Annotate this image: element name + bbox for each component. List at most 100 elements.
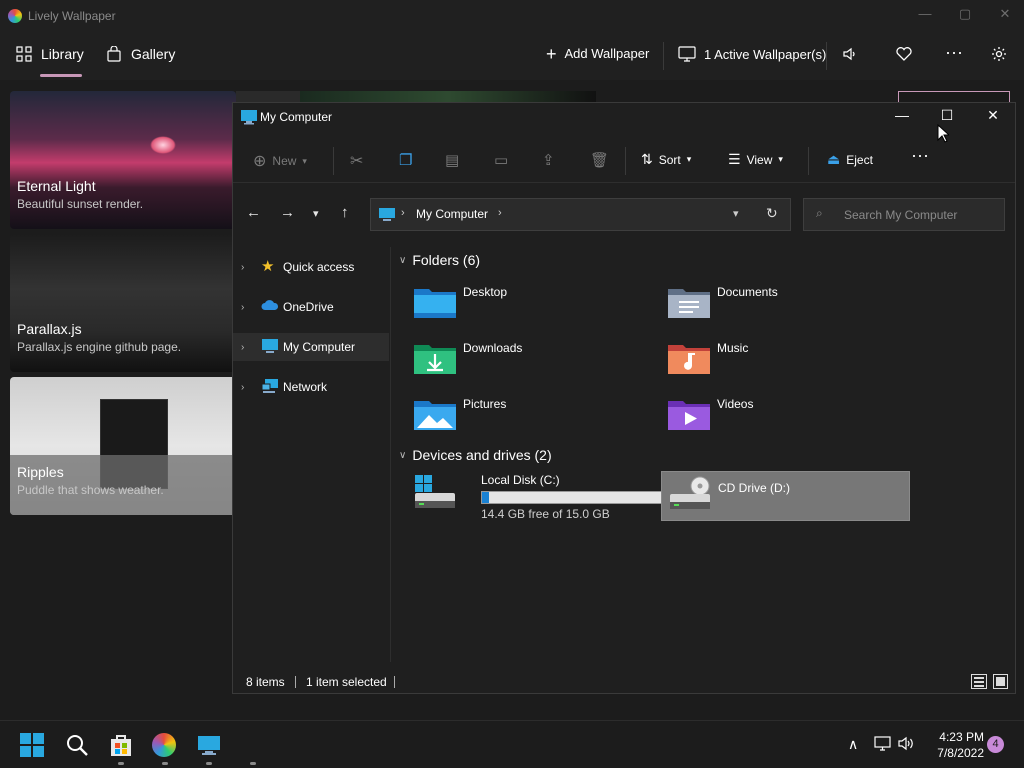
maximize-icon[interactable]: ▢ <box>950 6 980 26</box>
add-wallpaper-button[interactable]: + Add Wallpaper <box>546 43 650 64</box>
folder-item[interactable]: Downloads <box>393 338 643 384</box>
breadcrumb[interactable]: My Computer <box>416 207 488 221</box>
new-label: New <box>272 154 297 168</box>
heart-icon <box>896 47 912 61</box>
sort-label: Sort <box>658 152 681 167</box>
command-bar: ⊕ New ▾ ✂ ❐ ▤ ▭ ⇪ 🗑 ⇅ Sort ▾ ☰ View ▾ ⏏ … <box>233 139 1015 183</box>
details-view-icon[interactable] <box>971 674 987 689</box>
search-input[interactable]: ⌕ Search My Computer <box>803 198 1005 231</box>
folders-group-header[interactable]: ∨ Folders (6) <box>399 252 480 268</box>
wallpaper-card[interactable]: Ripples Puddle that shows weather. <box>10 377 236 515</box>
my-computer-taskbar-icon[interactable] <box>197 733 221 757</box>
settings-button[interactable] <box>991 46 1007 62</box>
up-icon[interactable]: ↑ <box>341 204 349 221</box>
downloads-folder-icon <box>414 345 456 374</box>
plus-icon: + <box>546 43 557 64</box>
sidebar-item-network[interactable]: › Network <box>233 373 389 401</box>
more-button[interactable]: ··· <box>945 42 963 63</box>
delete-button[interactable]: 🗑 <box>590 151 609 169</box>
clock-time: 4:23 PM <box>939 730 984 744</box>
folder-item[interactable]: Desktop <box>393 282 643 328</box>
tiles-view-icon[interactable] <box>993 674 1008 689</box>
sidebar-item-label: OneDrive <box>283 300 334 314</box>
cloud-icon <box>261 299 279 315</box>
wallpaper-card[interactable]: Parallax.js Parallax.js engine github pa… <box>10 234 236 372</box>
divider <box>394 676 395 688</box>
active-wallpapers-button[interactable]: 1 Active Wallpaper(s) <box>678 46 826 62</box>
explorer-title-bar[interactable]: My Computer — ☐ ✕ <box>233 103 1015 133</box>
add-wallpaper-label: Add Wallpaper <box>564 46 650 61</box>
eject-icon: ⏏ <box>827 151 841 167</box>
sidebar-item-onedrive[interactable]: › OneDrive <box>233 293 389 321</box>
address-dropdown-icon[interactable]: ▾ <box>733 207 739 220</box>
card-description: Parallax.js engine github page. <box>17 340 182 354</box>
new-button[interactable]: ⊕ New ▾ <box>253 151 307 171</box>
library-tab-label: Library <box>41 46 84 62</box>
eject-button[interactable]: ⏏ Eject <box>827 151 873 168</box>
search-button[interactable] <box>65 733 89 757</box>
divider <box>826 42 827 70</box>
paste-button[interactable]: ▤ <box>445 151 459 169</box>
gallery-tab-label: Gallery <box>131 46 176 62</box>
notification-badge[interactable]: 4 <box>987 736 1004 753</box>
bag-icon <box>107 46 121 62</box>
sidebar-item-quick-access[interactable]: › ★ Quick access <box>233 253 389 281</box>
close-icon[interactable]: ✕ <box>978 107 1008 129</box>
back-icon[interactable]: ← <box>246 204 261 221</box>
more-options-button[interactable]: ··· <box>911 145 929 166</box>
tray-overflow-icon[interactable]: ∧ <box>848 736 858 753</box>
more-icon: ··· <box>911 145 929 165</box>
view-button[interactable]: ☰ View ▾ <box>728 151 783 168</box>
desktop-folder-icon <box>414 289 456 318</box>
network-status-icon[interactable] <box>874 736 891 754</box>
cut-button[interactable]: ✂ <box>350 151 363 171</box>
share-button[interactable]: ⇪ <box>542 151 555 169</box>
sort-button[interactable]: ⇅ Sort ▾ <box>641 151 691 168</box>
address-bar[interactable]: › My Computer › ▾ ↻ <box>370 198 791 231</box>
system-clock[interactable]: 4:23 PM 7/8/2022 <box>928 729 984 761</box>
search-icon: ⌕ <box>816 206 823 220</box>
selection-count: 1 item selected <box>306 675 387 689</box>
minimize-icon[interactable]: — <box>887 107 917 129</box>
chevron-right-icon: › <box>241 261 245 273</box>
taskbar: ∧ 4:23 PM 7/8/2022 4 <box>0 720 1024 768</box>
copy-icon: ❐ <box>399 152 413 169</box>
chevron-right-icon: › <box>241 341 245 353</box>
network-icon <box>261 379 279 395</box>
drives-group-header[interactable]: ∨ Devices and drives (2) <box>399 447 552 463</box>
start-button[interactable] <box>20 733 44 757</box>
drive-item[interactable]: CD Drive (D:) <box>661 471 910 521</box>
copy-button[interactable]: ❐ <box>399 151 412 169</box>
folder-name: Desktop <box>463 285 508 299</box>
volume-icon[interactable] <box>898 736 916 754</box>
close-icon[interactable]: ✕ <box>990 6 1020 26</box>
app-title: Lively Wallpaper <box>28 9 116 23</box>
audio-button[interactable] <box>842 46 858 62</box>
chevron-down-icon: ∨ <box>399 254 407 266</box>
sidebar-item-my-computer[interactable]: › My Computer <box>233 333 389 361</box>
library-tab[interactable]: Library <box>16 46 84 62</box>
clock-date: 7/8/2022 <box>937 746 984 760</box>
folder-item[interactable]: Videos <box>647 394 897 440</box>
gallery-tab[interactable]: Gallery <box>106 46 175 62</box>
store-button[interactable] <box>109 733 133 757</box>
gear-icon <box>992 47 1006 61</box>
lively-wallpaper-taskbar-icon[interactable] <box>152 733 176 757</box>
sidebar-item-label: Quick access <box>283 260 355 274</box>
chevron-down-icon: ▾ <box>778 154 783 164</box>
folder-item[interactable]: Documents <box>647 282 897 328</box>
refresh-icon[interactable]: ↻ <box>766 205 778 222</box>
recent-chevron-icon[interactable]: ▾ <box>313 207 319 220</box>
forward-icon[interactable]: → <box>280 204 295 221</box>
folder-item[interactable]: Pictures <box>393 394 643 440</box>
rename-button[interactable]: ▭ <box>494 151 508 169</box>
sidebar-item-label: Network <box>283 380 328 394</box>
folder-item[interactable]: Music <box>647 338 897 384</box>
chevron-right-icon: › <box>241 301 245 313</box>
favorite-button[interactable] <box>895 46 913 62</box>
wallpaper-card[interactable]: Eternal Light Beautiful sunset render. <box>10 91 236 229</box>
item-count: 8 items <box>246 675 285 689</box>
grid-icon <box>16 46 32 62</box>
minimize-icon[interactable]: — <box>910 6 940 26</box>
drive-item[interactable]: Local Disk (C:) 14.4 GB free of 15.0 GB <box>411 473 671 523</box>
